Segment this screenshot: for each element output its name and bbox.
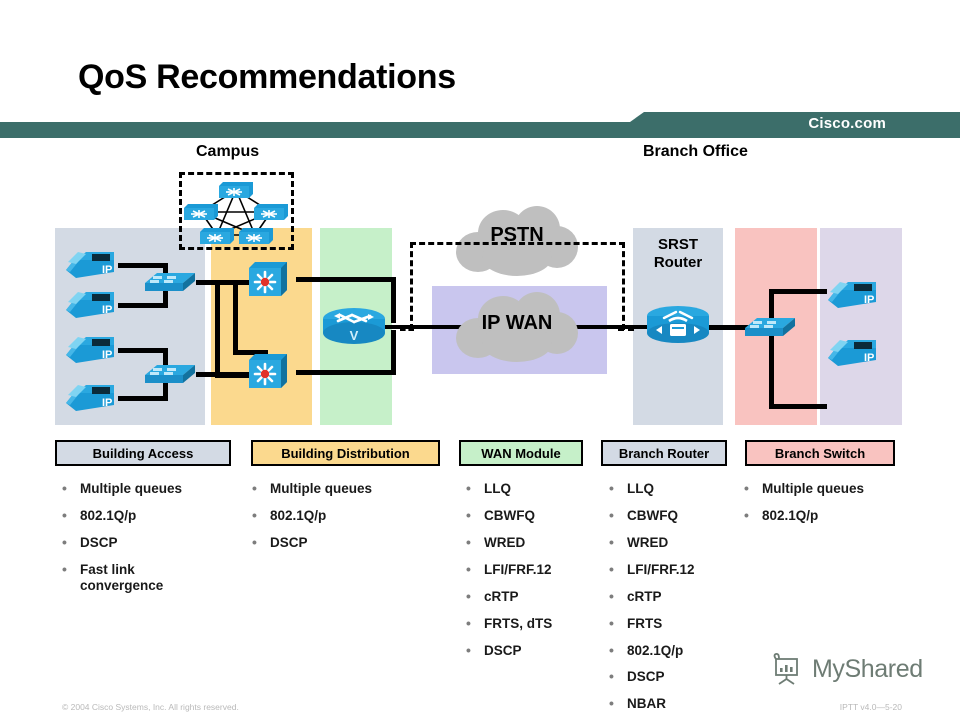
list-item: NBAR	[605, 695, 735, 712]
list-item: WRED	[605, 534, 735, 551]
cloud-pstn: PSTN	[452, 206, 582, 278]
wire-bphone1-h	[769, 289, 827, 294]
wan-router: V	[322, 305, 386, 347]
bullet-column-branch-router: LLQ CBWFQ WRED LFI/FRF.12 cRTP FRTS 802.…	[605, 480, 735, 723]
wire-phone3-h	[118, 348, 168, 353]
wire-dist1-router-v	[391, 277, 396, 323]
wire-dist1-router-h	[296, 277, 396, 282]
ip-phone: IP	[62, 286, 118, 320]
srst-router-label-line1: SRST	[657, 236, 698, 253]
list-item: 802.1Q/p	[605, 642, 735, 659]
legend-box-branch-switch: Branch Switch	[745, 440, 895, 466]
list-item: Fast link convergence	[58, 561, 192, 594]
list-item: DSCP	[605, 668, 735, 685]
svg-text:IP: IP	[102, 264, 112, 276]
slide-canvas: QoS Recommendations Cisco.com Campus Bra…	[0, 0, 960, 720]
pstn-path-bottom-right	[618, 328, 634, 331]
cisco-com-logo: Cisco.com	[808, 115, 886, 132]
myshared-watermark: MyShared	[770, 652, 923, 686]
list-item: WRED	[462, 534, 592, 551]
access-switch	[143, 265, 197, 295]
legend-box-building-distribution: Building Distribution	[251, 440, 440, 466]
page-title: QoS Recommendations	[78, 58, 456, 96]
section-heading-campus: Campus	[196, 143, 260, 160]
legend-box-branch-router: Branch Router	[601, 440, 727, 466]
list-item: CBWFQ	[605, 507, 735, 524]
ip-phone: IP	[824, 276, 880, 310]
core-switch	[184, 202, 218, 222]
band-building-distribution	[211, 228, 312, 425]
list-item: LLQ	[605, 480, 735, 497]
branch-switch-icon	[743, 310, 797, 340]
srst-router-label: SRST Router	[633, 236, 723, 273]
section-heading-branch-office: Branch Office	[643, 143, 748, 160]
core-switch	[239, 226, 273, 246]
access-switch	[143, 357, 197, 387]
ip-phone: IP	[62, 246, 118, 280]
list-item: DSCP	[462, 642, 592, 659]
ip-phone: IP	[824, 334, 880, 368]
bullet-column-wan-module: LLQ CBWFQ WRED LFI/FRF.12 cRTP FRTS, dTS…	[462, 480, 592, 669]
svg-text:IP: IP	[102, 349, 112, 361]
core-switch	[219, 180, 253, 200]
cloud-label-ip-wan: IP WAN	[481, 312, 553, 334]
srst-router-label-line2: Router	[653, 254, 703, 272]
list-item: LLQ	[462, 480, 592, 497]
list-item: FRTS	[605, 615, 735, 632]
list-item: Multiple queues	[740, 480, 920, 497]
wire-dist2-router-v	[391, 330, 396, 375]
list-item: 802.1Q/p	[740, 507, 920, 524]
list-item: 802.1Q/p	[248, 507, 423, 524]
wire-riser-b	[233, 285, 238, 355]
srst-router-icon	[646, 304, 710, 346]
svg-text:IP: IP	[102, 397, 112, 409]
wire-bsw-riser	[769, 289, 774, 409]
list-item: Multiple queues	[58, 480, 238, 497]
core-switch	[254, 202, 288, 222]
bullet-column-building-access: Multiple queues 802.1Q/p DSCP Fast link …	[58, 480, 238, 605]
list-item: CBWFQ	[462, 507, 592, 524]
list-item: cRTP	[462, 588, 592, 605]
svg-text:V: V	[350, 328, 359, 343]
banner-notch	[0, 112, 644, 122]
pstn-path-right	[622, 242, 625, 330]
wire-phone2-h	[118, 303, 168, 308]
wire-phone4-h	[118, 396, 168, 401]
watermark-text: MyShared	[812, 654, 923, 683]
band-branch-phones	[820, 228, 902, 425]
core-switch	[200, 226, 234, 246]
list-item: Multiple queues	[248, 480, 423, 497]
footer-copyright: © 2004 Cisco Systems, Inc. All rights re…	[62, 702, 239, 712]
svg-text:IP: IP	[864, 352, 874, 364]
list-item: DSCP	[248, 534, 423, 551]
list-item: LFI/FRF.12	[462, 561, 592, 578]
ip-phone: IP	[62, 379, 118, 413]
cloud-ip-wan: IP WAN	[452, 292, 582, 364]
svg-text:IP: IP	[102, 304, 112, 316]
pstn-path-left	[410, 242, 413, 330]
wire-bphone2-h	[769, 404, 827, 409]
list-item: LFI/FRF.12	[605, 561, 735, 578]
bullet-column-building-distribution: Multiple queues 802.1Q/p DSCP	[248, 480, 423, 562]
svg-text:IP: IP	[864, 294, 874, 306]
list-item: FRTS, dTS	[462, 615, 592, 632]
bullet-column-branch-switch: Multiple queues 802.1Q/p	[740, 480, 920, 535]
distribution-switch	[249, 260, 287, 298]
presentation-board-icon	[773, 652, 798, 685]
list-item: DSCP	[58, 534, 238, 551]
ip-phone: IP	[62, 331, 118, 365]
list-item: cRTP	[605, 588, 735, 605]
pstn-path-bottom-left	[400, 328, 414, 331]
footer-course-code: IPTT v4.0—5-20	[839, 702, 902, 712]
list-item: 802.1Q/p	[58, 507, 238, 524]
cloud-label-pstn: PSTN	[490, 224, 544, 246]
distribution-switch	[249, 352, 287, 390]
legend-box-building-access: Building Access	[55, 440, 231, 466]
wire-riser-a	[215, 280, 220, 378]
wire-dist2-router-h	[296, 370, 396, 375]
legend-box-wan-module: WAN Module	[459, 440, 583, 466]
